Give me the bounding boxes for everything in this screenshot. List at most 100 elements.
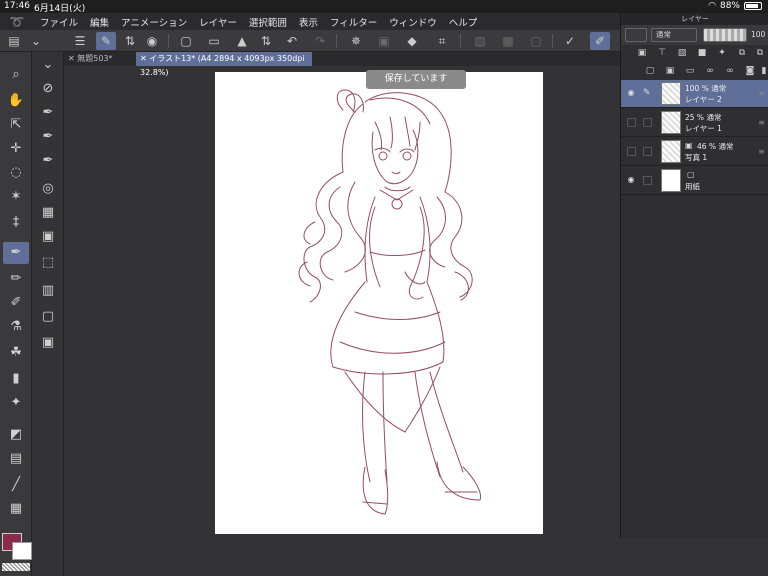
camera-icon[interactable]: ◉ xyxy=(142,32,162,50)
merge-down-icon[interactable]: ∞ xyxy=(703,64,717,78)
tab-illust[interactable]: ✕ イラスト13* (A4 2894 x 4093px 350dpi 32.8%… xyxy=(136,52,312,77)
lock-transparent-icon[interactable]: ▧ xyxy=(675,46,689,60)
delete-layer-icon[interactable]: ▮ xyxy=(757,64,768,78)
transform-icon[interactable]: ⌗ xyxy=(432,32,452,50)
airbrush-icon[interactable]: ⚗ xyxy=(3,316,29,338)
brush-tool-icon[interactable]: ✐ xyxy=(3,292,29,314)
transparent-color-swatch[interactable] xyxy=(2,563,30,571)
app-logo-icon[interactable]: ➰ xyxy=(0,15,34,29)
clip-layer-icon[interactable]: ▣ xyxy=(635,46,649,60)
redo-icon[interactable]: ↷ xyxy=(310,32,330,50)
menu-help[interactable]: ヘルプ xyxy=(443,15,484,29)
tab-close-icon[interactable]: ✕ xyxy=(68,54,75,63)
back-icon[interactable]: ⊘ xyxy=(35,78,61,100)
new-folder-icon[interactable]: ▭ xyxy=(683,64,697,78)
lasso-icon[interactable]: ◌ xyxy=(3,162,29,184)
eye-icon[interactable]: ◉ xyxy=(625,88,637,97)
sub-color-swatch[interactable] xyxy=(12,542,32,560)
copy-layer-icon[interactable]: ▣ xyxy=(374,32,394,50)
selection-border-icon[interactable]: ▢ xyxy=(526,32,546,50)
mode-stepper-icon[interactable]: ⇅ xyxy=(120,32,140,50)
color-circle-icon[interactable]: ◎ xyxy=(35,178,61,200)
ruler-icon[interactable]: ✓ xyxy=(560,32,580,50)
edit-checkbox[interactable] xyxy=(643,176,652,185)
material-icon[interactable]: ▥ xyxy=(35,280,61,302)
pencil-icon[interactable]: ✏ xyxy=(3,268,29,290)
hand-icon[interactable]: ✋ xyxy=(3,90,29,112)
sub-pen-a-icon[interactable]: ✒ xyxy=(35,102,61,124)
eraser-icon[interactable]: ▮ xyxy=(3,368,29,390)
new-raster-icon[interactable]: ▢ xyxy=(643,64,657,78)
sub-pen-b-icon[interactable]: ✒ xyxy=(35,126,61,148)
loading-icon[interactable]: ✵ xyxy=(346,32,366,50)
drag-handle-icon[interactable]: ≡ xyxy=(758,147,765,156)
undo-icon[interactable]: ↶ xyxy=(282,32,302,50)
sub-tool-dropdown-icon[interactable]: ⌄ xyxy=(35,54,61,76)
fill-icon[interactable]: ◆ xyxy=(402,32,422,50)
menu-animation[interactable]: アニメーション xyxy=(115,15,193,29)
menu-edit[interactable]: 編集 xyxy=(84,15,115,29)
add-mask-icon[interactable]: ◙ xyxy=(743,64,757,78)
blend-icon[interactable]: ✦ xyxy=(3,392,29,414)
save-stepper-icon[interactable]: ⇅ xyxy=(256,32,276,50)
panel-dropdown-icon[interactable]: ⌄ xyxy=(26,32,46,50)
open-folder-icon[interactable]: ▭ xyxy=(204,32,224,50)
menu-layer[interactable]: レイヤー xyxy=(193,15,243,29)
invert-selection-icon[interactable]: ▩ xyxy=(498,32,518,50)
object-select-icon[interactable]: ⇱ xyxy=(3,114,29,136)
panel-toggle-icon[interactable]: ▤ xyxy=(4,32,24,50)
move-icon[interactable]: ✛ xyxy=(3,138,29,160)
history-icon[interactable]: ▣ xyxy=(35,332,61,354)
eyedropper-icon[interactable]: ‡ xyxy=(3,212,29,234)
menu-window[interactable]: ウィンドウ xyxy=(383,15,443,29)
sub-pen-c-icon[interactable]: ✒ xyxy=(35,150,61,172)
toolbar-divider xyxy=(336,34,337,48)
brush-icon[interactable]: ✐ xyxy=(590,32,610,50)
layer-select-box[interactable] xyxy=(625,28,647,42)
blend-mode-select[interactable]: 通常 xyxy=(651,28,697,42)
gradient-icon[interactable]: ▤ xyxy=(3,448,29,470)
menu-filter[interactable]: フィルター xyxy=(324,15,383,29)
frame-icon[interactable]: ▦ xyxy=(3,498,29,520)
layer-row-photo[interactable]: ▣ 46 % 通常 写真 1 ≡ xyxy=(621,138,768,166)
tab-untitled[interactable]: ✕ 無題503* xyxy=(64,52,134,66)
drawing-canvas[interactable] xyxy=(215,72,543,534)
layer-option-icon[interactable]: ⧉ xyxy=(753,46,767,60)
link-icon[interactable]: ∞ xyxy=(723,64,737,78)
clear-selection-icon[interactable]: ▧ xyxy=(470,32,490,50)
layer-stack-icon[interactable]: ⬚ xyxy=(35,252,61,274)
edit-checkbox[interactable] xyxy=(643,147,652,156)
mask-icon[interactable]: ✦ xyxy=(715,46,729,60)
zoom-icon[interactable]: ⌕ xyxy=(3,64,29,86)
edit-checkbox[interactable] xyxy=(643,118,652,127)
eye-icon[interactable]: ◉ xyxy=(625,175,637,184)
menu-view[interactable]: 表示 xyxy=(293,15,324,29)
magic-wand-icon[interactable]: ✶ xyxy=(3,186,29,208)
color-slider-icon[interactable]: ▣ xyxy=(35,226,61,248)
ruler-link-icon[interactable]: ⧉ xyxy=(735,46,749,60)
menu-selection[interactable]: 選択範囲 xyxy=(243,15,293,29)
lock-layer-icon[interactable]: ■ xyxy=(695,46,709,60)
menu-file[interactable]: ファイル xyxy=(34,15,84,29)
new-file-icon[interactable]: ▢ xyxy=(176,32,196,50)
save-icon[interactable]: ▲ xyxy=(232,32,252,50)
pen-icon[interactable]: ✒ xyxy=(3,242,29,264)
edit-mode-icon[interactable]: ✎ xyxy=(96,32,116,50)
layer-row-1[interactable]: 25 % 通常 レイヤー 1 ≡ xyxy=(621,109,768,137)
line-icon[interactable]: ╱ xyxy=(3,474,29,496)
tab-close-icon[interactable]: ✕ xyxy=(140,54,147,63)
layer-row-paper[interactable]: ◉ ▢ 用紙 xyxy=(621,167,768,195)
visibility-checkbox[interactable] xyxy=(627,147,636,156)
new-vector-icon[interactable]: ▣ xyxy=(663,64,677,78)
drag-handle-icon[interactable]: ≡ xyxy=(758,89,765,98)
decoration-icon[interactable]: ☘ xyxy=(3,342,29,364)
hamburger-menu-icon[interactable]: ☰ xyxy=(70,32,90,50)
reference-layer-icon[interactable]: ⊤ xyxy=(655,46,669,60)
opacity-slider[interactable] xyxy=(703,28,747,42)
navigator-icon[interactable]: ▢ xyxy=(35,306,61,328)
fill-bucket-icon[interactable]: ◩ xyxy=(3,424,29,446)
visibility-checkbox[interactable] xyxy=(627,118,636,127)
color-set-icon[interactable]: ▦ xyxy=(35,202,61,224)
drag-handle-icon[interactable]: ≡ xyxy=(758,118,765,127)
layer-row-2[interactable]: ◉ ✎ 100 % 通常 レイヤー 2 ≡ xyxy=(621,80,768,108)
